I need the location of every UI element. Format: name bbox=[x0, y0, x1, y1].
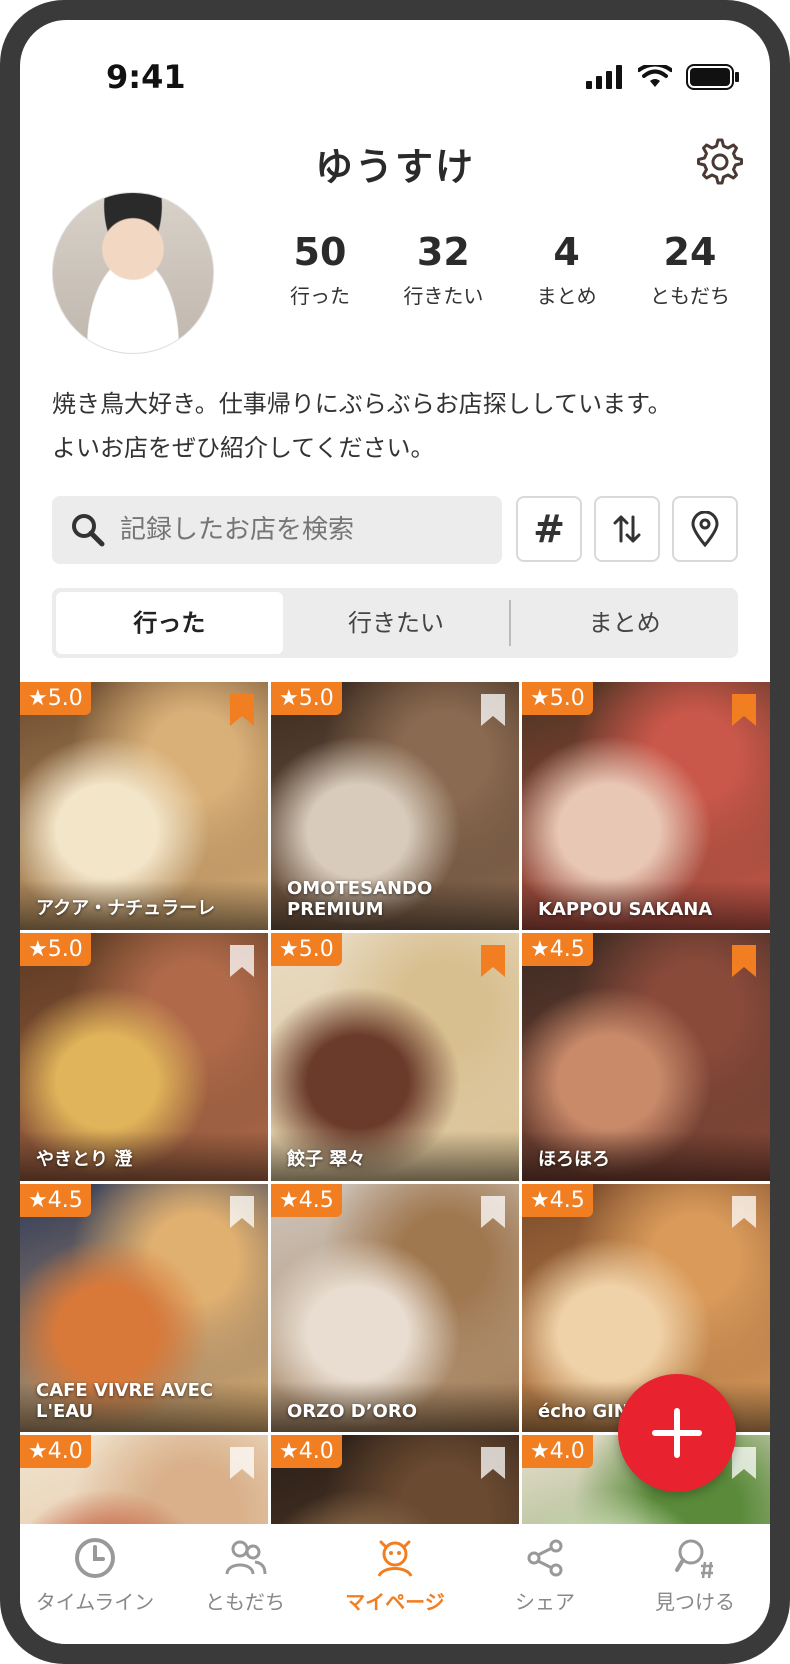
bookmark-icon[interactable] bbox=[230, 1447, 254, 1479]
status-icons bbox=[586, 64, 740, 90]
tab-collections[interactable]: まとめ bbox=[511, 592, 738, 654]
stat-value: 24 bbox=[663, 230, 717, 274]
rating-badge: ★4.5 bbox=[522, 933, 593, 966]
profile-stats: 50 行った 32 行きたい 4 まとめ 24 ともだち bbox=[260, 230, 750, 309]
sort-button[interactable] bbox=[594, 496, 660, 562]
stat-label: 行った bbox=[290, 284, 350, 308]
rating-badge: ★5.0 bbox=[271, 682, 342, 715]
restaurant-name: KAPPOU SAKANA bbox=[538, 899, 713, 920]
profile-bio: 焼き鳥大好き。仕事帰りにぶらぶらお店探ししています。 よいお店をぜひ紹介してくだ… bbox=[52, 382, 742, 470]
profile-username: ゆうすけ bbox=[314, 145, 475, 189]
screen: 9:41 ゆうすけ 50 行った 32 行きたい 4 まとめ 24 ともだち 焼… bbox=[20, 20, 770, 1644]
sort-icon bbox=[613, 515, 641, 543]
rating-badge: ★4.0 bbox=[522, 1435, 593, 1468]
bookmark-icon[interactable] bbox=[481, 1196, 505, 1228]
restaurant-card[interactable]: ★5.0 OMOTESANDO PREMIUM bbox=[271, 682, 519, 930]
restaurant-card[interactable]: ★5.0 やきとり 澄 bbox=[20, 933, 268, 1181]
restaurant-card[interactable]: ★4.5 CAFE VIVRE AVEC L'EAU bbox=[20, 1184, 268, 1432]
stat-value: 50 bbox=[293, 230, 347, 274]
add-record-button[interactable] bbox=[618, 1374, 736, 1492]
stat-collections[interactable]: 4 まとめ bbox=[507, 230, 627, 309]
stat-value: 4 bbox=[553, 230, 580, 274]
rating-badge: ★5.0 bbox=[271, 933, 342, 966]
battery-icon bbox=[686, 64, 739, 90]
clock-icon bbox=[75, 1538, 115, 1578]
nav-discover[interactable]: 見つける bbox=[620, 1524, 770, 1644]
tab-want-to-go[interactable]: 行きたい bbox=[283, 592, 510, 654]
profile-avatar[interactable] bbox=[52, 192, 214, 354]
search-icon bbox=[72, 514, 105, 547]
wifi-icon bbox=[638, 65, 672, 87]
bookmark-icon[interactable] bbox=[732, 1196, 756, 1228]
plus-icon bbox=[652, 1408, 702, 1458]
restaurant-name: アクア・ナチュラーレ bbox=[36, 898, 216, 919]
nav-friends[interactable]: ともだち bbox=[170, 1524, 320, 1644]
segment-tabs: 行った 行きたい まとめ bbox=[52, 588, 738, 658]
location-pin-icon bbox=[691, 511, 719, 547]
discover-icon bbox=[675, 1539, 713, 1579]
nav-label: タイムライン bbox=[35, 1590, 155, 1614]
status-time: 9:41 bbox=[106, 58, 186, 96]
nav-mypage[interactable]: マイページ bbox=[320, 1524, 470, 1644]
bookmark-icon[interactable] bbox=[481, 1447, 505, 1479]
nav-share[interactable]: シェア bbox=[470, 1524, 620, 1644]
restaurant-name: ほろほろ bbox=[538, 1149, 610, 1170]
restaurant-card[interactable]: ★4.5 ほろほろ bbox=[522, 933, 770, 1181]
bookmark-icon[interactable] bbox=[481, 945, 505, 977]
rating-badge: ★4.5 bbox=[522, 1184, 593, 1217]
search-input[interactable] bbox=[118, 514, 482, 546]
restaurant-card[interactable]: ★5.0 KAPPOU SAKANA bbox=[522, 682, 770, 930]
restaurant-name: ORZO D’ORO bbox=[287, 1401, 418, 1422]
restaurant-card[interactable]: ★5.0 餃子 翠々 bbox=[271, 933, 519, 1181]
tab-visited[interactable]: 行った bbox=[56, 592, 283, 654]
nav-timeline[interactable]: タイムライン bbox=[20, 1524, 170, 1644]
restaurant-grid: ★5.0 アクア・ナチュラーレ ★5.0 OMOTESANDO PREMIUM ★5.0… bbox=[20, 682, 770, 1644]
bookmark-icon[interactable] bbox=[732, 694, 756, 726]
stat-label: ともだち bbox=[649, 284, 730, 308]
stat-friends[interactable]: 24 ともだち bbox=[630, 230, 750, 309]
mypage-icon bbox=[377, 1540, 413, 1577]
rating-badge: ★5.0 bbox=[522, 682, 593, 715]
stat-label: まとめ bbox=[536, 284, 597, 308]
hashtag-label: # bbox=[533, 507, 565, 551]
nav-label: マイページ bbox=[345, 1590, 445, 1614]
restaurant-card[interactable]: ★5.0 アクア・ナチュラーレ bbox=[20, 682, 268, 930]
nav-label: ともだち bbox=[205, 1590, 285, 1614]
stat-label: 行きたい bbox=[403, 284, 484, 308]
friends-icon bbox=[225, 1540, 267, 1575]
nav-label: 見つける bbox=[655, 1590, 735, 1614]
restaurant-name: 餃子 翠々 bbox=[287, 1149, 366, 1170]
location-filter-button[interactable] bbox=[672, 496, 738, 562]
rating-badge: ★4.5 bbox=[20, 1184, 91, 1217]
bio-line: よいお店をぜひ紹介してください。 bbox=[52, 434, 435, 462]
stat-value: 32 bbox=[416, 230, 470, 274]
bookmark-icon[interactable] bbox=[230, 945, 254, 977]
rating-badge: ★5.0 bbox=[20, 933, 91, 966]
stat-visited[interactable]: 50 行った bbox=[260, 230, 380, 309]
phone-frame: 9:41 ゆうすけ 50 行った 32 行きたい 4 まとめ 24 ともだち 焼… bbox=[0, 0, 790, 1664]
hashtag-filter-button[interactable]: # bbox=[516, 496, 582, 562]
bookmark-icon[interactable] bbox=[481, 694, 505, 726]
rating-badge: ★4.5 bbox=[271, 1184, 342, 1217]
bottom-nav: タイムライン ともだち マイページ シェア 見つける bbox=[20, 1524, 770, 1644]
restaurant-name: OMOTESANDO PREMIUM bbox=[287, 878, 433, 920]
search-bar[interactable] bbox=[52, 496, 502, 564]
bookmark-icon[interactable] bbox=[732, 945, 756, 977]
bio-line: 焼き鳥大好き。仕事帰りにぶらぶらお店探ししています。 bbox=[52, 390, 672, 418]
nav-label: シェア bbox=[515, 1590, 575, 1614]
bookmark-icon[interactable] bbox=[732, 1447, 756, 1479]
restaurant-name: CAFE VIVRE AVEC L'EAU bbox=[36, 1380, 214, 1422]
restaurant-name: やきとり 澄 bbox=[36, 1149, 133, 1170]
signal-icon bbox=[586, 65, 622, 89]
rating-badge: ★4.0 bbox=[20, 1435, 91, 1468]
bookmark-icon[interactable] bbox=[230, 694, 254, 726]
settings-gear-icon[interactable] bbox=[690, 134, 746, 190]
rating-badge: ★5.0 bbox=[20, 682, 91, 715]
rating-badge: ★4.0 bbox=[271, 1435, 342, 1468]
restaurant-card[interactable]: ★4.5 ORZO D’ORO bbox=[271, 1184, 519, 1432]
share-icon bbox=[527, 1539, 563, 1577]
stat-want-to-go[interactable]: 32 行きたい bbox=[383, 230, 503, 309]
bookmark-icon[interactable] bbox=[230, 1196, 254, 1228]
